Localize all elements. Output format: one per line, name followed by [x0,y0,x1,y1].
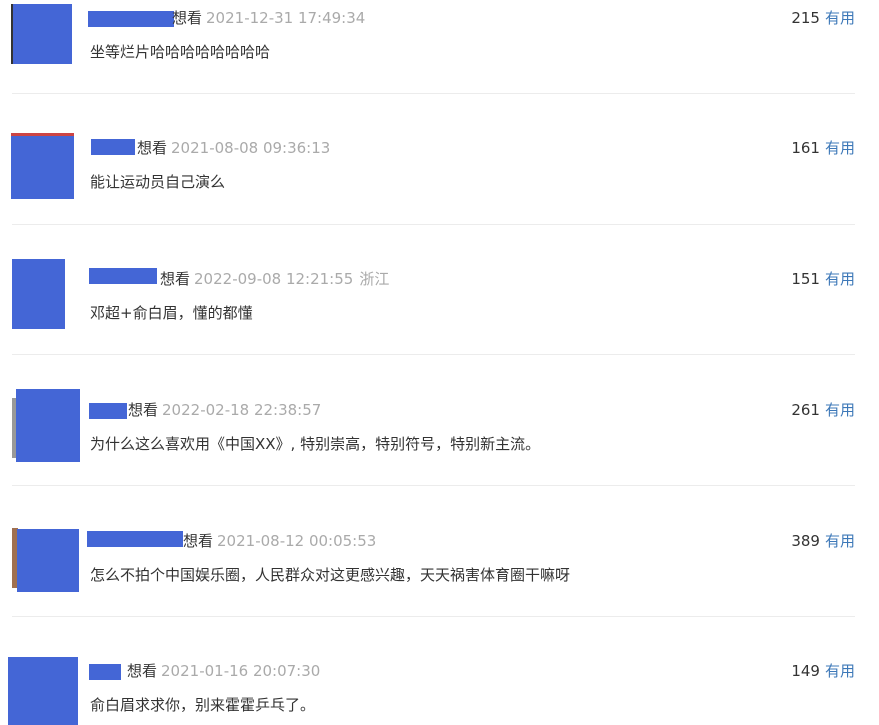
avatar[interactable] [17,529,79,592]
vote-count: 149 [791,662,820,680]
rating-action: 想看 [127,662,158,680]
comment-meta: 想看 2021-08-08 09:36:13 [137,139,330,157]
vote-count: 261 [791,401,820,419]
useful-link[interactable]: 有用 [825,401,855,419]
comment-text: 为什么这么喜欢用《中国XX》, 特别崇高，特别符号，特别新主流。 [90,435,541,453]
useful-link[interactable]: 有用 [825,662,855,680]
comment-text: 俞白眉求求你，别来霍霍乒乓了。 [90,696,316,714]
comment-text: 邓超+俞白眉，懂的都懂 [90,304,253,322]
comment-meta: 想看 2021-01-16 20:07:30 [127,662,320,680]
vote-area: 161 有用 [791,139,855,157]
avatar[interactable] [16,389,80,462]
vote-count: 161 [791,139,820,157]
rating-action: 想看 [183,532,214,550]
avatar[interactable] [11,136,74,199]
comment-time: 2022-09-08 12:21:55 [194,270,354,288]
comment-time: 2021-01-16 20:07:30 [161,662,321,680]
comment-text: 怎么不拍个中国娱乐圈，人民群众对这更感兴趣，天天祸害体育圈干嘛呀 [90,566,571,584]
comment-time: 2021-08-08 09:36:13 [171,139,331,157]
useful-link[interactable]: 有用 [825,270,855,288]
username-mask[interactable] [87,531,183,547]
divider [12,616,855,617]
useful-link[interactable]: 有用 [825,532,855,550]
username-mask[interactable] [89,403,127,419]
avatar[interactable] [12,259,65,329]
rating-action: 想看 [160,270,191,288]
username-mask[interactable] [91,139,135,155]
comment-meta: 想看 2022-09-08 12:21:55 浙江 [160,270,389,288]
comment-time: 2021-08-12 00:05:53 [217,532,377,550]
comment-location: 浙江 [359,270,390,288]
comment-meta: 想看 2022-02-18 22:38:57 [128,401,321,419]
username-mask[interactable] [89,664,121,680]
vote-count: 389 [791,532,820,550]
comment-meta: 想看 2021-08-12 00:05:53 [183,532,376,550]
divider [12,354,855,355]
rating-action: 想看 [137,139,168,157]
useful-link[interactable]: 有用 [825,139,855,157]
avatar[interactable] [8,657,78,725]
vote-area: 151 有用 [791,270,855,288]
comment-time: 2022-02-18 22:38:57 [162,401,322,419]
username-mask[interactable] [89,268,157,284]
rating-action: 想看 [128,401,159,419]
vote-count: 151 [791,270,820,288]
vote-area: 149 有用 [791,662,855,680]
divider [12,224,855,225]
vote-area: 261 有用 [791,401,855,419]
comment-item: 想看 2021-01-16 20:07:30 俞白眉求求你，别来霍霍乒乓了。 14… [0,0,879,725]
comment-text: 能让运动员自己演么 [90,173,226,191]
vote-area: 389 有用 [791,532,855,550]
divider [12,485,855,486]
